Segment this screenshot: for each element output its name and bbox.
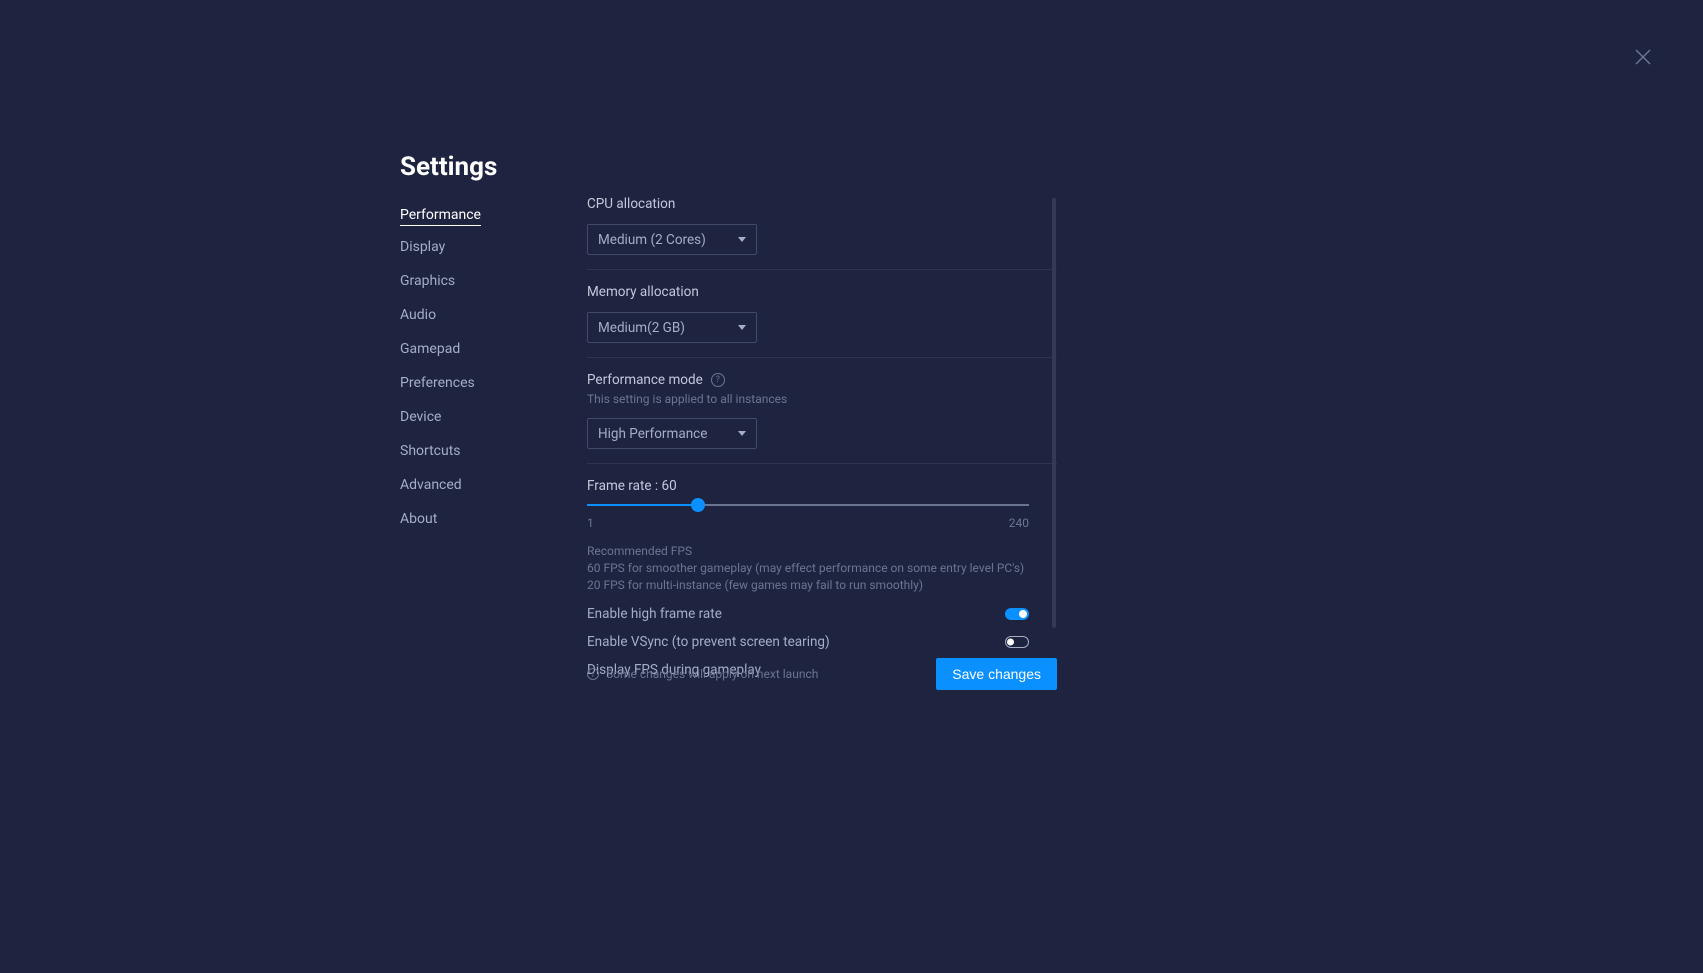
- sidebar-item-performance[interactable]: Performance: [400, 202, 481, 226]
- chevron-down-icon: [738, 325, 746, 330]
- help-icon[interactable]: ?: [711, 373, 725, 387]
- save-changes-button[interactable]: Save changes: [936, 658, 1057, 690]
- toggle-knob: [1007, 638, 1014, 645]
- sidebar-item-about[interactable]: About: [400, 506, 540, 532]
- cpu-allocation-label: CPU allocation: [587, 196, 1057, 212]
- sidebar-item-device[interactable]: Device: [400, 404, 540, 430]
- slider-max: 240: [1009, 516, 1029, 530]
- vsync-toggle[interactable]: [1005, 636, 1029, 648]
- vsync-row: Enable VSync (to prevent screen tearing): [587, 634, 1029, 650]
- sidebar-item-gamepad[interactable]: Gamepad: [400, 336, 540, 362]
- footer-note-text: Some changes will apply on next launch: [606, 667, 818, 681]
- sidebar-item-audio[interactable]: Audio: [400, 302, 540, 328]
- sidebar-item-preferences[interactable]: Preferences: [400, 370, 540, 396]
- close-button[interactable]: [1633, 47, 1653, 67]
- performance-mode-section: Performance mode ? This setting is appli…: [587, 372, 1057, 464]
- vsync-label: Enable VSync (to prevent screen tearing): [587, 634, 830, 650]
- memory-allocation-section: Memory allocation Medium(2 GB): [587, 284, 1057, 358]
- settings-panel: CPU allocation Medium (2 Cores) Memory a…: [587, 196, 1057, 706]
- framerate-slider[interactable]: [587, 504, 1029, 506]
- chevron-down-icon: [738, 237, 746, 242]
- sidebar-item-graphics[interactable]: Graphics: [400, 268, 540, 294]
- slider-min: 1: [587, 516, 594, 530]
- high-frame-rate-row: Enable high frame rate: [587, 606, 1029, 622]
- slider-track: [587, 504, 1029, 506]
- memory-allocation-label: Memory allocation: [587, 284, 1057, 300]
- chevron-down-icon: [738, 431, 746, 436]
- scrollbar[interactable]: [1052, 198, 1056, 628]
- performance-mode-sublabel: This setting is applied to all instances: [587, 392, 1057, 406]
- cpu-allocation-dropdown[interactable]: Medium (2 Cores): [587, 224, 757, 255]
- performance-mode-dropdown[interactable]: High Performance: [587, 418, 757, 449]
- settings-sidebar: Performance Display Graphics Audio Gamep…: [400, 202, 540, 540]
- slider-fill: [587, 504, 698, 506]
- footer-note: i Some changes will apply on next launch: [587, 667, 818, 681]
- cpu-allocation-value: Medium (2 Cores): [598, 232, 706, 248]
- framerate-label: Frame rate : 60: [587, 478, 1057, 494]
- page-title: Settings: [400, 152, 497, 182]
- toggle-knob: [1019, 610, 1027, 618]
- fps-info-text: 60 FPS for smoother gameplay (may effect…: [587, 560, 1029, 594]
- memory-allocation-dropdown[interactable]: Medium(2 GB): [587, 312, 757, 343]
- memory-allocation-value: Medium(2 GB): [598, 320, 685, 336]
- info-icon: i: [587, 668, 599, 680]
- performance-mode-value: High Performance: [598, 426, 707, 442]
- close-icon: [1633, 47, 1653, 67]
- slider-thumb[interactable]: [691, 498, 705, 512]
- performance-mode-label: Performance mode ?: [587, 372, 1057, 388]
- cpu-allocation-section: CPU allocation Medium (2 Cores): [587, 196, 1057, 270]
- slider-range-labels: 1 240: [587, 516, 1029, 530]
- sidebar-item-display[interactable]: Display: [400, 234, 540, 260]
- sidebar-item-shortcuts[interactable]: Shortcuts: [400, 438, 540, 464]
- footer: i Some changes will apply on next launch…: [587, 658, 1057, 690]
- performance-mode-label-text: Performance mode: [587, 372, 703, 388]
- high-frame-rate-toggle[interactable]: [1005, 608, 1029, 620]
- high-frame-rate-label: Enable high frame rate: [587, 606, 722, 622]
- sidebar-item-advanced[interactable]: Advanced: [400, 472, 540, 498]
- fps-info-title: Recommended FPS: [587, 544, 1057, 558]
